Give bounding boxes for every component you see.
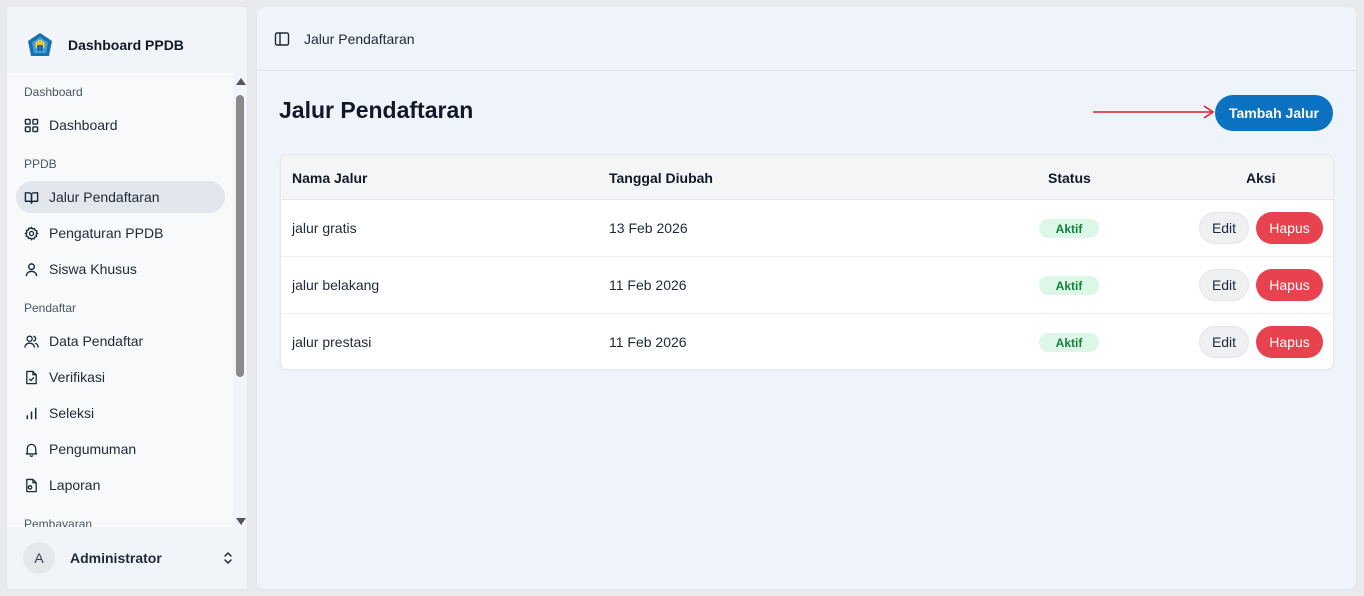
sidebar: Dashboard PPDB Dashboard Dashboard PPDB … bbox=[6, 6, 248, 590]
cell-nama: jalur prestasi bbox=[292, 334, 372, 350]
cell-tanggal: 13 Feb 2026 bbox=[609, 220, 688, 236]
nav-group-pendaftar: Pendaftar bbox=[24, 301, 77, 315]
sidebar-item-label: Laporan bbox=[49, 477, 101, 493]
sidebar-item-jalur-pendaftaran[interactable]: Jalur Pendaftaran bbox=[16, 181, 225, 213]
sidebar-item-pengaturan-ppdb[interactable]: Pengaturan PPDB bbox=[16, 217, 225, 249]
gear-icon bbox=[24, 225, 39, 241]
edit-button[interactable]: Edit bbox=[1199, 326, 1249, 358]
cell-nama: jalur gratis bbox=[292, 220, 357, 236]
delete-button[interactable]: Hapus bbox=[1256, 326, 1323, 358]
cell-nama: jalur belakang bbox=[292, 277, 380, 293]
edit-button[interactable]: Edit bbox=[1199, 212, 1249, 244]
user-menu[interactable]: A Administrator bbox=[23, 541, 235, 575]
main-panel: Jalur Pendaftaran Jalur Pendaftaran Tamb… bbox=[256, 6, 1357, 590]
nav-group-pembayaran: Pembayaran bbox=[24, 517, 93, 527]
sidebar-scrollbar[interactable] bbox=[233, 73, 247, 527]
table-row: jalur gratis 13 Feb 2026 Aktif Edit Hapu… bbox=[281, 200, 1333, 257]
topbar: Jalur Pendaftaran bbox=[257, 7, 1356, 71]
bar-chart-icon bbox=[26, 407, 37, 419]
cell-tanggal: 11 Feb 2026 bbox=[609, 334, 687, 350]
sidebar-item-label: Jalur Pendaftaran bbox=[49, 189, 160, 205]
scroll-up-arrow-icon[interactable] bbox=[236, 78, 246, 85]
book-open-icon bbox=[24, 191, 39, 204]
brand-title: Dashboard PPDB bbox=[68, 37, 184, 53]
sidebar-item-label: Data Pendaftar bbox=[49, 333, 144, 349]
breadcrumb: Jalur Pendaftaran bbox=[304, 30, 415, 47]
sidebar-item-label: Siswa Khusus bbox=[49, 261, 137, 277]
column-header-nama: Nama Jalur bbox=[292, 170, 368, 186]
column-header-tanggal: Tanggal Diubah bbox=[609, 170, 713, 186]
avatar: A bbox=[23, 542, 55, 574]
status-badge: Aktif bbox=[1039, 219, 1099, 238]
sidebar-item-data-pendaftar[interactable]: Data Pendaftar bbox=[16, 325, 225, 357]
table-header: Nama Jalur Tanggal Diubah Status Aksi bbox=[281, 155, 1333, 200]
nav-group-ppdb: PPDB bbox=[24, 157, 57, 171]
annotation-arrow-icon bbox=[1093, 105, 1215, 119]
table-row: jalur belakang 11 Feb 2026 Aktif Edit Ha… bbox=[281, 257, 1333, 314]
chevron-up-down-icon bbox=[224, 552, 232, 564]
file-check-icon bbox=[26, 370, 37, 384]
add-jalur-button[interactable]: Tambah Jalur bbox=[1215, 95, 1333, 131]
jalur-table: Nama Jalur Tanggal Diubah Status Aksi ja… bbox=[280, 154, 1334, 370]
status-badge: Aktif bbox=[1039, 276, 1099, 295]
page-title: Jalur Pendaftaran bbox=[279, 97, 474, 123]
sidebar-item-verifikasi[interactable]: Verifikasi bbox=[16, 361, 225, 393]
school-logo-icon bbox=[28, 33, 52, 56]
scroll-thumb[interactable] bbox=[236, 95, 244, 377]
sidebar-item-label: Pengumuman bbox=[49, 441, 137, 457]
column-header-status: Status bbox=[1048, 170, 1091, 186]
sidebar-item-seleksi[interactable]: Seleksi bbox=[16, 397, 225, 429]
users-icon bbox=[24, 334, 39, 348]
user-name: Administrator bbox=[70, 550, 162, 566]
brand[interactable]: Dashboard PPDB bbox=[27, 27, 184, 63]
sidebar-item-label: Dashboard bbox=[49, 117, 118, 133]
sidebar-toggle-icon[interactable] bbox=[274, 31, 290, 47]
sidebar-item-label: Verifikasi bbox=[49, 369, 106, 385]
table-row: jalur prestasi 11 Feb 2026 Aktif Edit Ha… bbox=[281, 314, 1333, 369]
cell-tanggal: 11 Feb 2026 bbox=[609, 277, 687, 293]
grid-icon bbox=[24, 118, 39, 132]
delete-button[interactable]: Hapus bbox=[1256, 269, 1323, 301]
nav-group-dashboard: Dashboard bbox=[24, 85, 83, 99]
column-header-aksi: Aksi bbox=[1246, 170, 1276, 186]
status-badge: Aktif bbox=[1039, 333, 1099, 352]
sidebar-item-pengumuman[interactable]: Pengumuman bbox=[16, 433, 225, 465]
sidebar-nav: Dashboard Dashboard PPDB Jalur Pendaftar… bbox=[7, 73, 233, 527]
file-report-icon bbox=[26, 478, 37, 492]
sidebar-item-label: Seleksi bbox=[49, 405, 95, 421]
scroll-down-arrow-icon[interactable] bbox=[236, 518, 246, 525]
sidebar-item-label: Pengaturan PPDB bbox=[49, 225, 164, 241]
sidebar-item-dashboard[interactable]: Dashboard bbox=[16, 109, 225, 141]
sidebar-item-siswa-khusus[interactable]: Siswa Khusus bbox=[16, 253, 225, 285]
delete-button[interactable]: Hapus bbox=[1256, 212, 1323, 244]
sidebar-item-laporan[interactable]: Laporan bbox=[16, 469, 225, 501]
bell-icon bbox=[25, 443, 38, 457]
user-icon bbox=[25, 262, 38, 276]
edit-button[interactable]: Edit bbox=[1199, 269, 1249, 301]
